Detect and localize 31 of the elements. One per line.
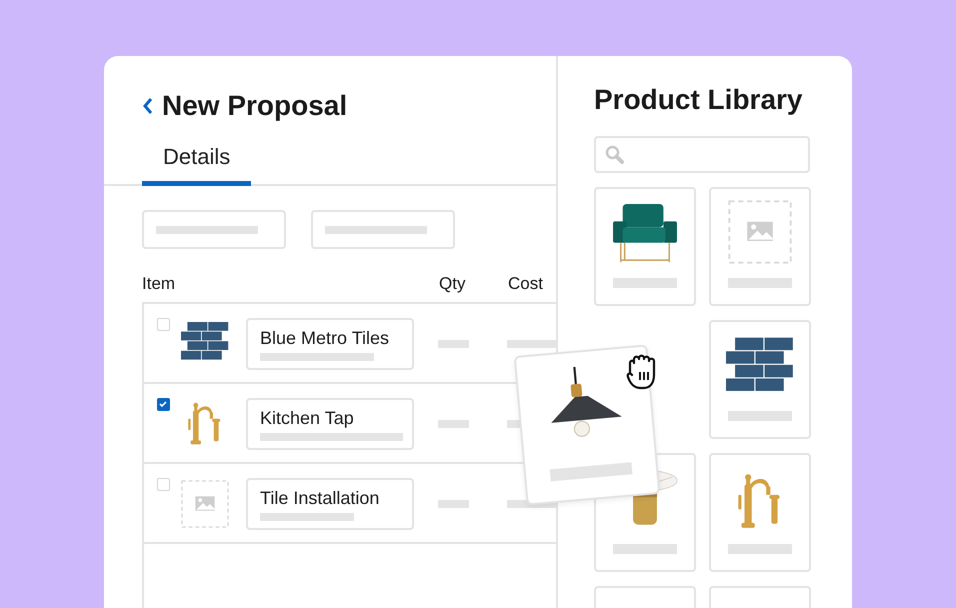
product-tile[interactable] (709, 187, 811, 306)
checkbox[interactable] (157, 398, 170, 411)
search-icon (605, 144, 625, 164)
text-placeholder-bar (613, 278, 677, 288)
tab[interactable]: Details (142, 140, 252, 186)
text-placeholder-bar (728, 411, 792, 421)
column-header: Item (142, 274, 176, 293)
column-header: Qty (439, 274, 466, 293)
name-field[interactable]: Kitchen Tap (246, 398, 414, 450)
column-header: Cost (508, 274, 543, 293)
search-field[interactable] (594, 136, 810, 173)
panel-title: Product Library (594, 86, 804, 114)
checkmark-icon (158, 399, 168, 409)
name-field[interactable]: Tile Installation (246, 478, 414, 530)
image-placeholder-icon (181, 480, 229, 528)
product-tile[interactable] (594, 187, 696, 306)
name-field[interactable]: Blue Metro Tiles (246, 318, 414, 370)
text-placeholder-bar (613, 544, 677, 554)
back-chevron-icon[interactable] (142, 97, 154, 115)
armchair-drawing (611, 202, 679, 264)
text-placeholder-bar (728, 278, 792, 288)
text-placeholder-bar (728, 544, 792, 554)
input-field[interactable] (142, 210, 286, 249)
text-placeholder-bar (438, 420, 469, 428)
text-placeholder-bar (438, 340, 469, 348)
image-placeholder-icon (728, 200, 792, 264)
product-tile[interactable] (709, 320, 811, 439)
product-tile[interactable] (709, 453, 811, 572)
input-field[interactable] (311, 210, 455, 249)
page-title: New Proposal (162, 92, 348, 120)
text-placeholder-bar (438, 500, 469, 508)
